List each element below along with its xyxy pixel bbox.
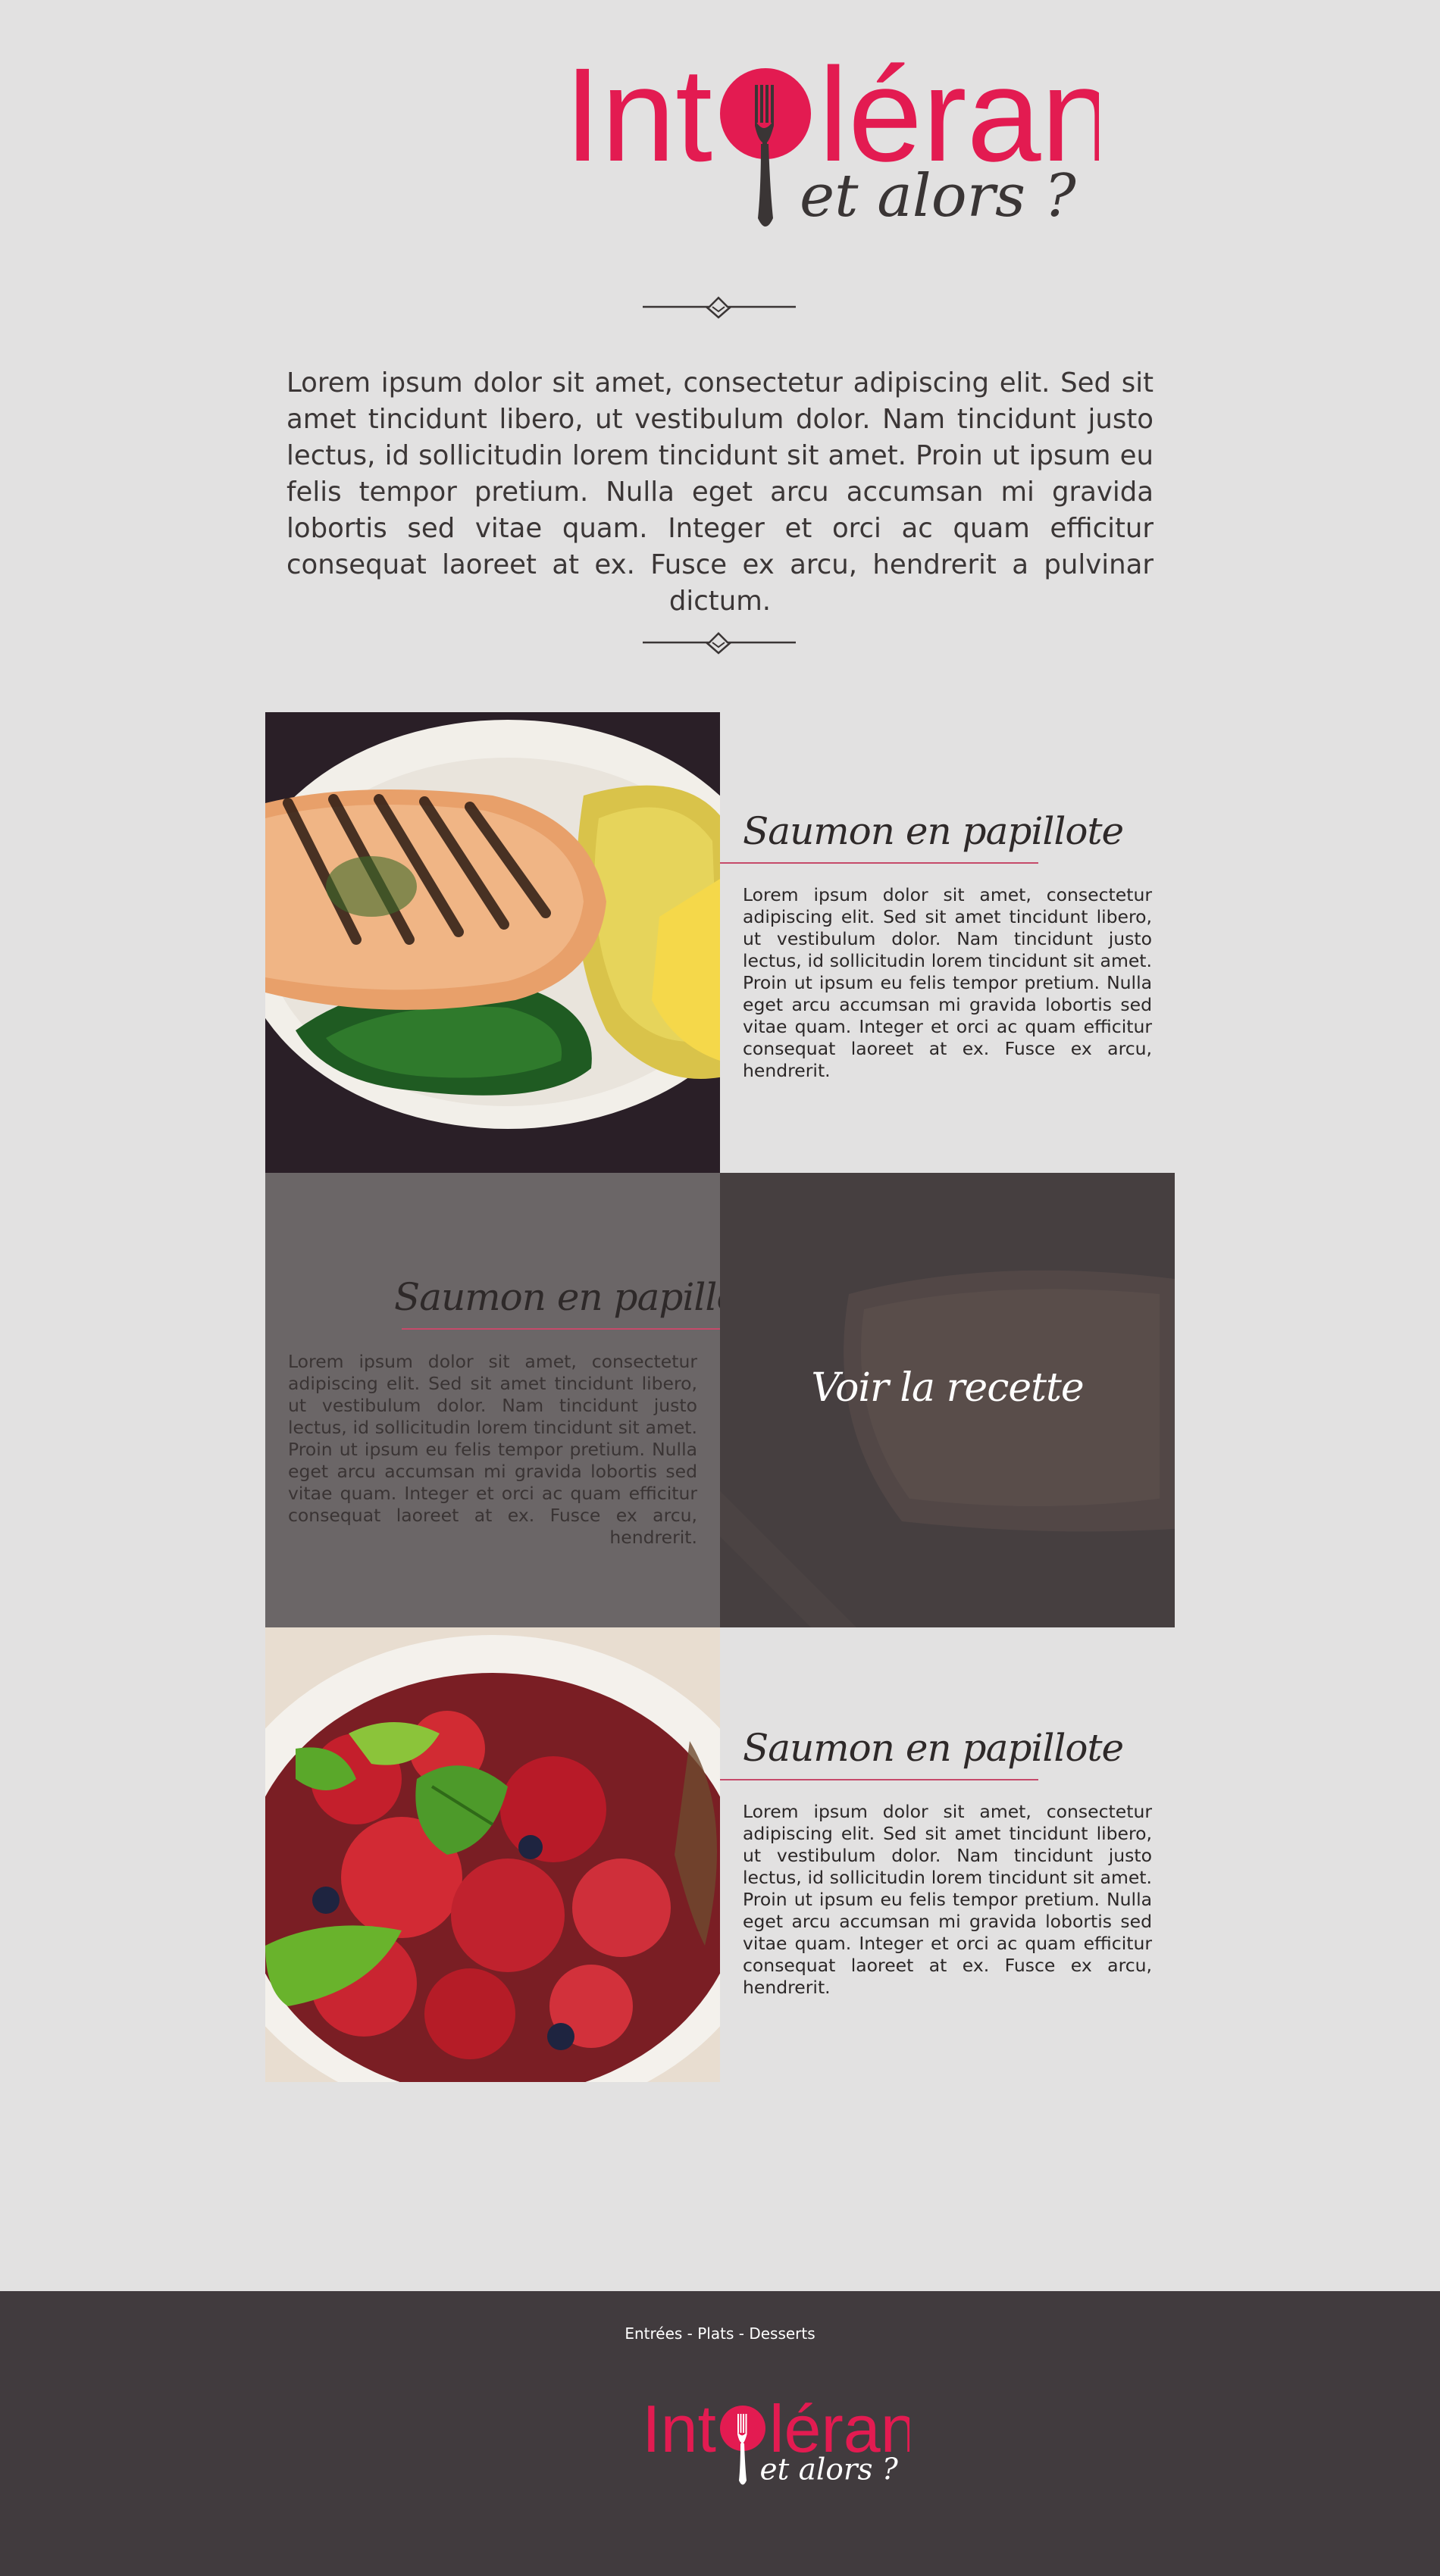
header-logo[interactable]: Int lérante et alors ? (0, 30, 1440, 230)
recipe-description: Lorem ipsum dolor sit amet, consectetur … (743, 884, 1152, 1081)
recipe-title[interactable]: Saumon en papillote (743, 809, 1124, 853)
logo-text-start: Int (642, 2391, 716, 2466)
recipe-title[interactable]: Saumon en papillote (743, 1726, 1124, 1770)
footer-link-plats[interactable]: Plats (697, 2324, 734, 2343)
nav-separator: - (682, 2324, 698, 2343)
recipe-title[interactable]: Saumon en papillote (394, 1275, 775, 1319)
nav-separator: - (734, 2324, 750, 2343)
logo-tagline: et alors ? (800, 162, 1077, 230)
recipe-description: Lorem ipsum dolor sit amet, consectetur … (743, 1801, 1152, 1998)
title-underline (402, 1328, 720, 1330)
logo-text-start: Int (564, 41, 712, 189)
ornament-divider (643, 632, 796, 655)
logo-tagline: et alors ? (760, 2453, 899, 2487)
strawberry-salad-photo[interactable] (265, 1627, 720, 2082)
title-underline (720, 1779, 1038, 1780)
footer-logo[interactable]: Int lérante et alors ? (0, 2387, 1440, 2500)
grilled-salmon-photo[interactable] (265, 712, 720, 1173)
recipe-description: Lorem ipsum dolor sit amet, consectetur … (288, 1351, 697, 1548)
title-underline (720, 862, 1038, 864)
footer-nav: Entrées - Plats - Desserts (0, 2324, 1440, 2343)
footer-link-entrees[interactable]: Entrées (625, 2324, 682, 2343)
intro-paragraph: Lorem ipsum dolor sit amet, consectetur … (286, 367, 1154, 617)
ornament-divider (643, 296, 796, 319)
see-recipe-link[interactable]: Voir la recette (720, 1365, 1175, 1411)
footer-link-desserts[interactable]: Desserts (749, 2324, 815, 2343)
